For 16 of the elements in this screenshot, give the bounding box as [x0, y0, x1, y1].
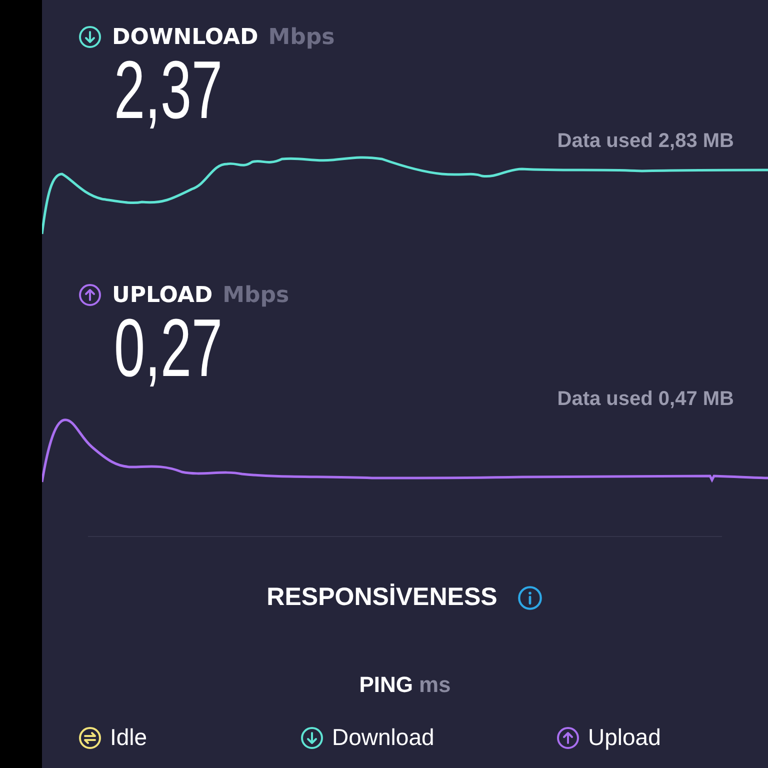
legend-label: Idle [110, 724, 148, 751]
legend-label: Download [332, 724, 434, 751]
unit-label: Mbps [222, 282, 290, 308]
speed-label: UPLOAD [112, 282, 213, 308]
data-used: Data used 2,83 MB [557, 130, 734, 154]
info-icon[interactable] [517, 584, 544, 610]
speed-value: 2,37 [114, 52, 223, 130]
legend-label: Upload [588, 724, 661, 751]
speed-value: 0,27 [114, 310, 223, 388]
ping-label: PING [359, 672, 413, 698]
data-used: Data used 0,47 MB [557, 388, 734, 412]
unit-label: ms [419, 672, 451, 698]
section-title: RESPONSİVENESS [266, 583, 498, 612]
speed-label: DOWNLOAD [112, 24, 258, 50]
unit-label: Mbps [268, 24, 335, 50]
idle-icon [78, 726, 102, 750]
